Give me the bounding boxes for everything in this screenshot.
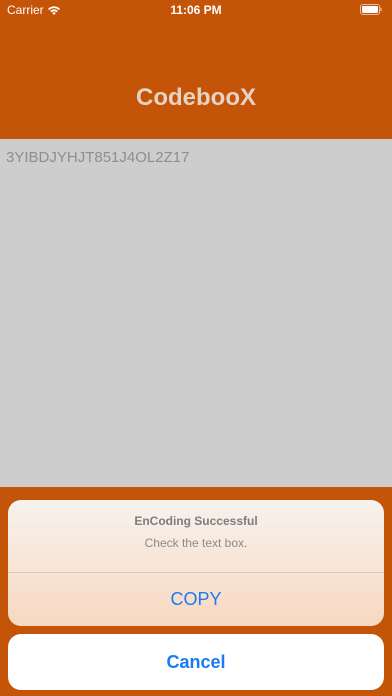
action-sheet: EnCoding Successful Check the text box. …: [8, 500, 384, 626]
app-title: CodebooX: [136, 84, 256, 111]
clock-time: 11:06 PM: [170, 3, 222, 17]
copy-button[interactable]: COPY: [8, 573, 384, 626]
alert-title: EnCoding Successful: [134, 514, 258, 528]
battery-icon: [360, 4, 382, 15]
status-bar: Carrier 11:06 PM: [0, 0, 392, 22]
alert-message: Check the text box.: [144, 536, 248, 550]
text-box[interactable]: 3YIBDJYHJT851J4OL2Z17: [0, 139, 392, 487]
text-box-content: 3YIBDJYHJT851J4OL2Z17: [6, 149, 190, 166]
cancel-button[interactable]: Cancel: [8, 634, 384, 690]
